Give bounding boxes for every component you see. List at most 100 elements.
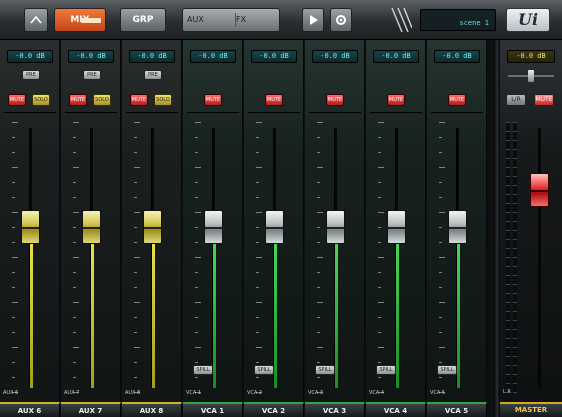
mute-button[interactable]: MUTE <box>265 94 283 106</box>
mute-button[interactable]: MUTE <box>69 94 87 106</box>
view-fx-tab[interactable]: FX <box>235 13 275 27</box>
group-label: GRP <box>132 15 154 25</box>
channel-fader[interactable] <box>21 210 40 244</box>
scale-tick <box>256 347 262 348</box>
channel-name-aux[interactable]: AUX 7 <box>61 402 121 417</box>
scale-tick <box>12 302 18 303</box>
vca-spill-button[interactable]: SPILL <box>315 365 335 375</box>
solo-button[interactable]: SOLO <box>93 94 111 106</box>
scale-tick <box>73 167 79 168</box>
channel-name-vca[interactable]: VCA 5 <box>427 402 487 417</box>
mix-button[interactable]: MIX <box>54 8 106 32</box>
mute-button[interactable]: MUTE <box>326 94 344 106</box>
channel-fader[interactable] <box>326 210 345 244</box>
vca-spill-button[interactable]: SPILL <box>376 365 396 375</box>
master-lr-button[interactable]: L/R <box>506 94 526 106</box>
channel-fader[interactable] <box>143 210 162 244</box>
mute-button[interactable]: MUTE <box>387 94 405 106</box>
scene-display[interactable]: scene 1 <box>420 9 496 31</box>
mute-button[interactable]: MUTE <box>130 94 148 106</box>
scale-tick <box>73 137 76 138</box>
fader-scale <box>256 122 262 393</box>
meter-segment <box>506 131 510 132</box>
vca-spill-button[interactable]: SPILL <box>254 365 274 375</box>
mute-button[interactable]: MUTE <box>448 94 466 106</box>
channel-fader[interactable] <box>387 210 406 244</box>
channel-strip-vca: -0.0 dB MUTE SPILL VCA 2 <box>244 40 304 402</box>
scale-tick <box>73 302 79 303</box>
meter-segment <box>506 167 510 168</box>
channel-fader[interactable] <box>204 210 223 244</box>
master-name[interactable]: MASTER <box>500 402 562 417</box>
channel-name-vca[interactable]: VCA 3 <box>305 402 365 417</box>
channel-fader[interactable] <box>265 210 284 244</box>
meter-segment <box>506 140 510 141</box>
scale-tick <box>317 287 320 288</box>
balance-knob[interactable] <box>528 70 534 82</box>
scale-tick <box>12 152 15 153</box>
channel-name-vca[interactable]: VCA 2 <box>244 402 304 417</box>
ui-logo[interactable]: Ui <box>506 8 550 32</box>
scale-tick <box>378 122 384 123</box>
scale-tick <box>195 137 198 138</box>
scale-tick <box>12 137 15 138</box>
scale-tick <box>439 122 445 123</box>
meter-segment <box>506 302 510 303</box>
solo-button[interactable]: SOLO <box>32 94 50 106</box>
channel-fader[interactable] <box>82 210 101 244</box>
channel-name-aux[interactable]: AUX 8 <box>122 402 182 417</box>
scale-tick <box>378 227 381 228</box>
meter-segment <box>506 194 510 195</box>
meter-segment <box>506 356 510 357</box>
channel-name-aux[interactable]: AUX 6 <box>0 402 60 417</box>
meter-segment <box>506 203 510 204</box>
scale-tick <box>378 377 381 378</box>
channel-source-label: VCA 4 <box>369 390 385 396</box>
scale-tick <box>378 317 381 318</box>
pre-post-button[interactable]: PRE <box>22 70 40 80</box>
solo-button[interactable]: SOLO <box>154 94 172 106</box>
master-fader[interactable] <box>530 173 549 207</box>
scale-tick <box>256 197 259 198</box>
scale-tick <box>317 197 320 198</box>
meter-segment <box>513 221 517 222</box>
scale-tick <box>134 347 140 348</box>
scale-tick <box>134 182 137 183</box>
master-strip: -0.0 dB L/R MUTE L R MASTER <box>500 40 562 417</box>
channel-name-vca[interactable]: VCA 4 <box>366 402 426 417</box>
scale-tick <box>134 362 137 363</box>
settings-button[interactable] <box>330 8 352 32</box>
mute-button[interactable]: MUTE <box>8 94 26 106</box>
scale-tick <box>439 197 442 198</box>
scale-tick <box>134 257 140 258</box>
vca-spill-button[interactable]: SPILL <box>193 365 213 375</box>
master-balance-slider[interactable] <box>506 70 556 82</box>
master-fader-track <box>538 128 541 388</box>
menu-button[interactable] <box>24 8 48 32</box>
scale-tick <box>73 317 76 318</box>
view-selector[interactable]: AUX FX <box>182 8 280 32</box>
group-button[interactable]: GRP <box>120 8 166 32</box>
scale-tick <box>195 197 198 198</box>
fader-scale <box>439 122 445 393</box>
view-aux-tab[interactable]: AUX <box>187 13 231 27</box>
scale-tick <box>73 377 76 378</box>
pre-post-button[interactable]: PRE <box>144 70 162 80</box>
meter-segment <box>513 122 517 123</box>
mixer-area: -0.0 dB PRE MUTE SOLO AUX 6 AUX 6 -0.0 dB PRE MU… <box>0 40 562 417</box>
play-button[interactable] <box>302 8 324 32</box>
channel-fader[interactable] <box>448 210 467 244</box>
master-meter-right <box>513 122 517 393</box>
channel-name-vca[interactable]: VCA 1 <box>183 402 243 417</box>
pre-post-button[interactable]: PRE <box>83 70 101 80</box>
master-mute-button[interactable]: MUTE <box>534 94 554 106</box>
meter-segment <box>513 203 517 204</box>
mute-button[interactable]: MUTE <box>204 94 222 106</box>
channel-level-display: -0.0 dB <box>373 50 419 63</box>
scale-tick <box>439 182 442 183</box>
channel-level-display: -0.0 dB <box>434 50 480 63</box>
scale-tick <box>378 272 381 273</box>
vca-spill-button[interactable]: SPILL <box>437 365 457 375</box>
scale-tick <box>317 212 323 213</box>
scale-tick <box>195 257 201 258</box>
